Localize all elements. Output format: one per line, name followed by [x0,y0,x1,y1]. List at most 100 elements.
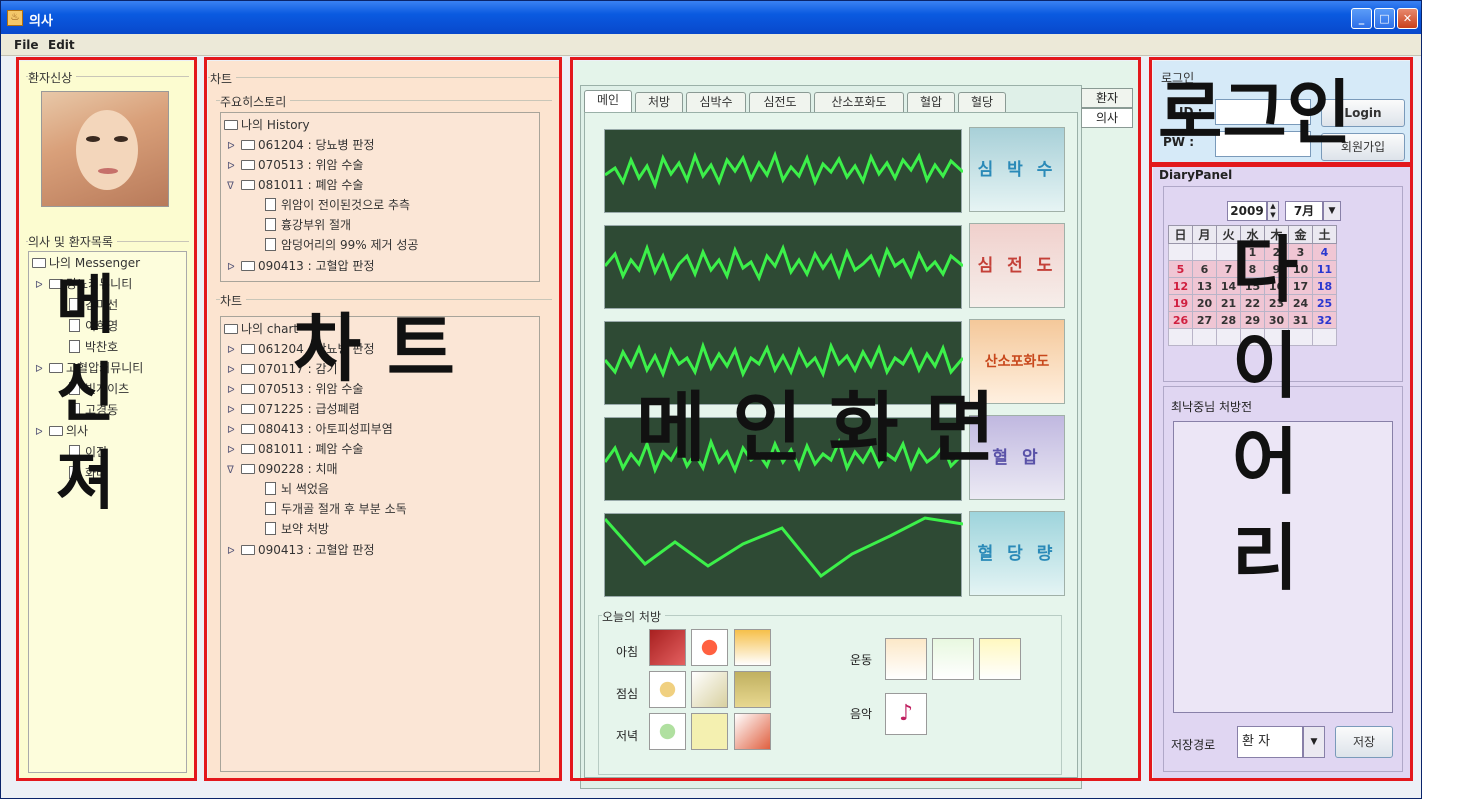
tab-oxygen[interactable]: 산소포화도 [814,92,904,112]
prescription-title: 오늘의 처방 [602,608,666,625]
maximize-button[interactable]: □ [1374,8,1395,29]
app-icon: ♨ [7,10,23,26]
calendar-day[interactable] [1312,328,1337,346]
tab-main[interactable]: 메인 [584,90,632,112]
title-bar: ♨ 의사 _ □ ✕ [1,1,1421,34]
chart-panel-title: 차트 [210,70,237,87]
calendar-day[interactable]: 4 [1312,243,1337,261]
menu-file[interactable]: File [14,38,39,52]
tree-node[interactable]: ᐅ 071225 : 급성폐렴 [227,400,360,417]
diary-overlay: 다이어리 [1232,228,1299,600]
tree-node[interactable]: 암덩어리의 99% 제거 성공 [265,236,418,253]
food-icon [734,713,771,750]
chevron-down-icon[interactable]: ▼ [1323,201,1341,221]
login-overlay: 로그인 [1158,72,1352,154]
calendar-day[interactable]: 27 [1192,311,1217,329]
messenger-overlay: 메신져 [56,269,115,519]
messenger-title: 의사 및 환자목록 [28,233,117,250]
month-select[interactable]: 7月 [1285,201,1323,221]
window-title: 의사 [29,14,53,29]
calendar-day[interactable]: 5 [1168,260,1193,278]
calendar-day[interactable] [1168,243,1193,261]
chart-panel: 차트 주요히스토리 나의 History ᐅ 061204 : 당뇨병 판정 ᐅ0… [208,61,560,779]
music-icon: ♪ [885,693,927,735]
minimize-button[interactable]: _ [1351,8,1372,29]
tab-doctor[interactable]: 의사 [1081,108,1133,128]
music-label: 음악 [850,707,873,721]
tree-node[interactable]: ᐅ 070513 : 위암 수술 [227,156,363,173]
tab-patient[interactable]: 환자 [1081,88,1133,108]
calendar-day[interactable] [1192,328,1217,346]
save-path-select[interactable]: 환 자 [1237,726,1303,758]
tree-node[interactable]: 나의 History [224,116,310,133]
heartrate-button[interactable]: 심 박 수 [969,127,1065,212]
patient-photo [41,91,169,207]
chevron-down-icon[interactable]: ▼ [1303,726,1325,758]
calendar-day[interactable] [1168,328,1193,346]
year-spinner[interactable]: 2009 [1227,201,1267,221]
tree-node[interactable]: 두개골 절개 후 부분 소독 [265,500,407,517]
tree-node[interactable]: ᐅ 090413 : 고혈압 판정 [227,541,375,558]
tab-prescription[interactable]: 처방 [635,92,683,112]
exercise-label: 운동 [850,653,873,667]
tree-node[interactable]: ᐁ 081011 : 폐암 수술 [227,176,363,193]
diary-title: DiaryPanel [1159,168,1233,182]
tab-bloodsugar[interactable]: 혈당 [958,92,1006,112]
food-icon [734,671,771,708]
calendar-day[interactable]: 19 [1168,294,1193,312]
exercise-icon [979,638,1021,680]
calendar-day[interactable]: 11 [1312,260,1337,278]
tree-node[interactable]: ᐁ 090228 : 치매 [227,460,338,477]
food-icon [649,671,686,708]
ecg-graph [603,225,964,309]
chart-list-title: 차트 [220,292,247,309]
bloodsugar-button[interactable]: 혈 당 량 [969,511,1065,596]
calendar-day[interactable]: 25 [1312,294,1337,312]
tree-node[interactable]: ᐅ 061204 : 당뇨병 판정 [227,136,375,153]
calendar-day[interactable]: 6 [1192,260,1217,278]
chart-overlay: 차 트 [293,306,455,392]
tab-ecg[interactable]: 심전도 [749,92,811,112]
calendar-day[interactable]: 12 [1168,277,1193,295]
tree-node[interactable]: ᐅ 081011 : 폐암 수술 [227,440,363,457]
history-tree[interactable]: 나의 History ᐅ 061204 : 당뇨병 판정 ᐅ 070513 : 위암… [220,112,540,282]
weekday-header: 月 [1192,225,1217,244]
food-icon [691,671,728,708]
calendar-day[interactable] [1192,243,1217,261]
calendar-day[interactable]: 18 [1312,277,1337,295]
tree-node[interactable]: 보약 처방 [265,520,329,537]
food-icon [649,713,686,750]
close-button[interactable]: ✕ [1397,8,1418,29]
save-button[interactable]: 저장 [1335,726,1393,758]
history-title: 주요히스토리 [220,93,291,110]
lunch-label: 점심 [616,687,639,701]
food-icon [691,713,728,750]
food-icon [649,629,686,666]
heartrate-graph [604,129,965,213]
food-icon [734,629,771,666]
tab-heartrate[interactable]: 심박수 [686,92,746,112]
tree-node[interactable]: 뇌 썩었음 [265,480,329,497]
dinner-label: 저녁 [616,729,639,743]
tree-node[interactable]: ᐅ 090413 : 고혈압 판정 [227,257,375,274]
calendar-day[interactable]: 13 [1192,277,1217,295]
tree-node[interactable]: 흉강부위 절개 [265,216,351,233]
weekday-header: 日 [1168,225,1193,244]
tab-bloodpressure[interactable]: 혈압 [907,92,955,112]
weekday-header: 土 [1312,225,1337,244]
tree-node[interactable]: 나의 chart [224,320,298,337]
profile-title: 환자신상 [28,69,77,86]
exercise-icon [885,638,927,680]
exercise-icon [932,638,974,680]
bloodsugar-graph [603,513,964,597]
ecg-button[interactable]: 심 전 도 [969,223,1065,308]
tree-node[interactable]: ᐅ 080413 : 아토피성피부염 [227,420,393,437]
calendar-day[interactable]: 20 [1192,294,1217,312]
calendar-day[interactable]: 26 [1168,311,1193,329]
calendar-day[interactable]: 32 [1312,311,1337,329]
year-spinner-arrows[interactable]: ▲ ▼ [1267,201,1279,221]
tree-node[interactable]: 위암이 전이된것으로 추측 [265,196,410,213]
menu-edit[interactable]: Edit [48,38,75,52]
breakfast-label: 아침 [616,645,639,659]
main-overlay: 메 인 화 면 [636,383,996,472]
